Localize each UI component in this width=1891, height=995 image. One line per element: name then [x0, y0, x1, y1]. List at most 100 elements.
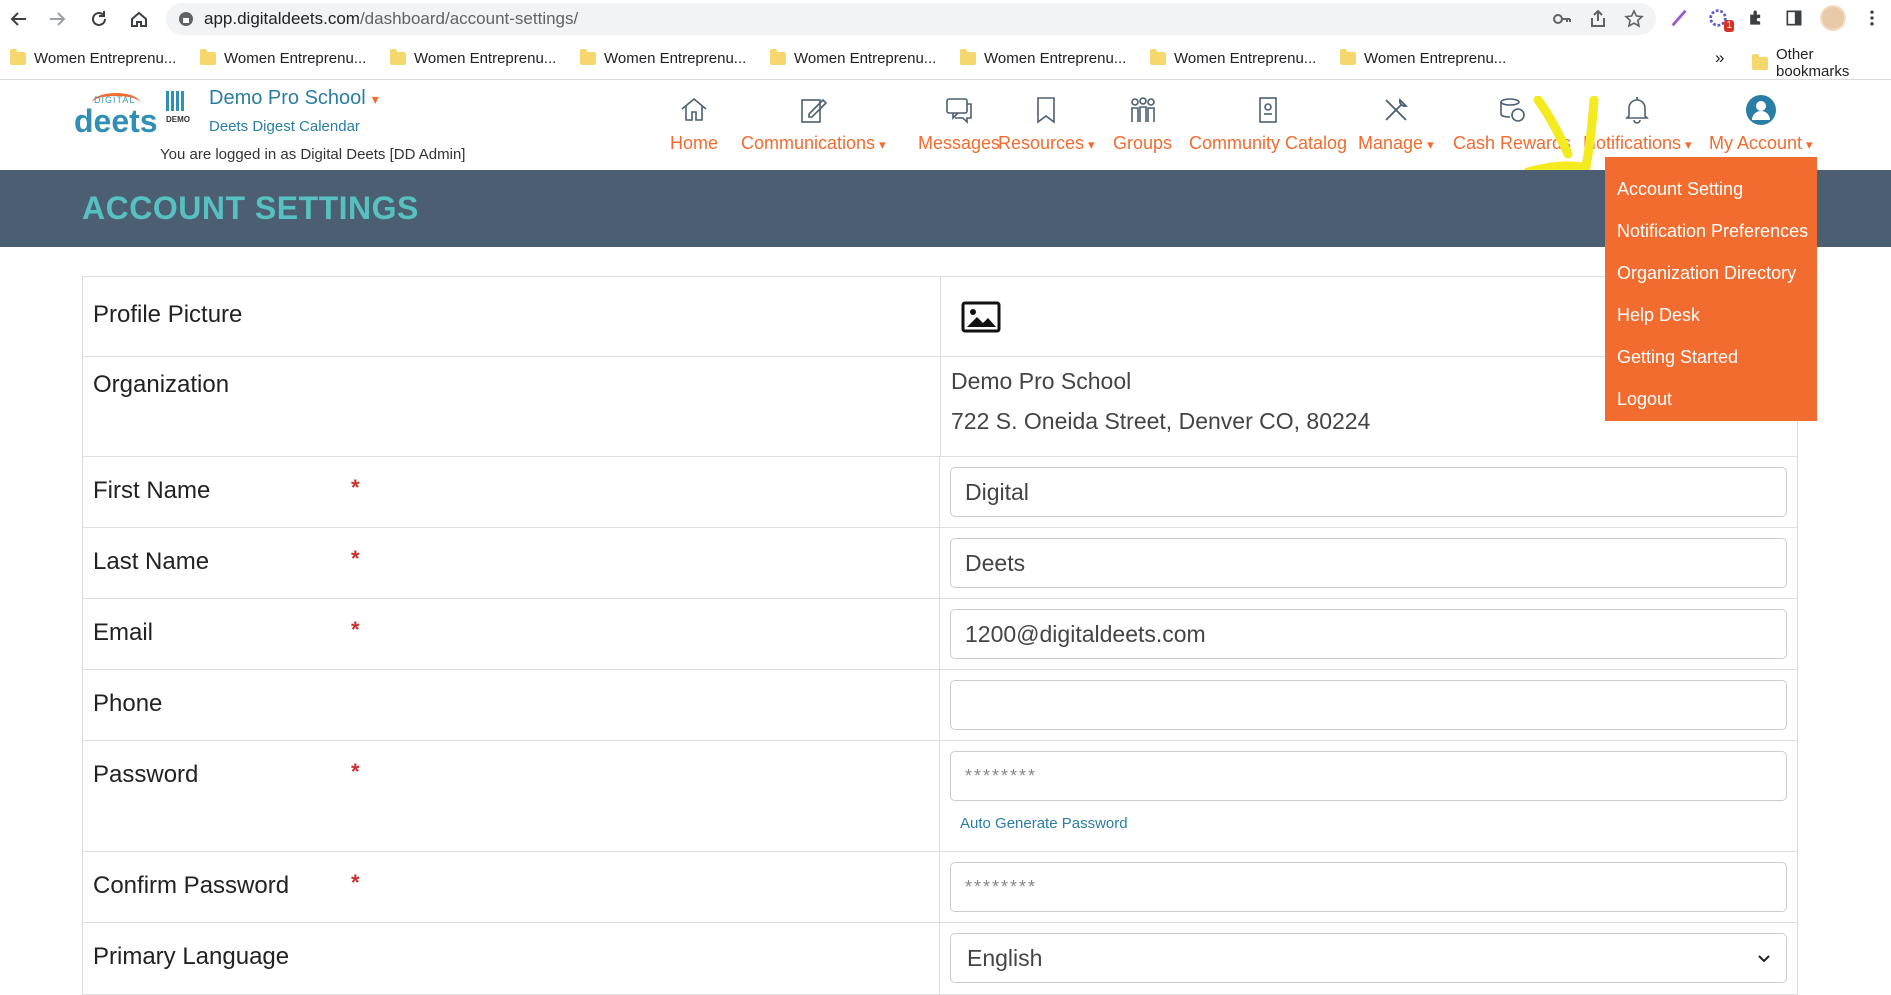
browser-toolbar: app.digitaldeets.com/dashboard/account-s… [0, 0, 1891, 38]
menu-item-logout[interactable]: Logout [1605, 378, 1817, 420]
puzzle-extensions-icon[interactable] [1744, 6, 1768, 30]
nav-groups[interactable]: Groups [1113, 81, 1172, 170]
nav-label: Messages [918, 133, 1001, 153]
my-account-dropdown: Account Setting Notification Preferences… [1605, 157, 1817, 421]
folder-icon [390, 49, 406, 65]
bookmark-label: Women Entreprenu... [1364, 50, 1507, 67]
row-first-name: First Name * Digital [83, 457, 1797, 528]
nav-community-catalog[interactable]: Community Catalog [1189, 81, 1347, 170]
chevron-down-icon [1758, 955, 1770, 963]
bookmark-item[interactable]: Women Entreprenu... [960, 49, 1130, 67]
nav-manage[interactable]: Manage ▾ [1358, 81, 1434, 170]
folder-icon [960, 49, 976, 65]
catalog-icon [1251, 93, 1285, 127]
menu-kebab-icon[interactable] [1860, 6, 1884, 30]
menu-item-getting-started[interactable]: Getting Started [1605, 336, 1817, 378]
field-label: First Name [93, 477, 211, 504]
bookmark-item[interactable]: Women Entreprenu... [390, 49, 560, 67]
folder-icon [1150, 49, 1166, 65]
bookmark-item[interactable]: Women Entreprenu... [580, 49, 750, 67]
address-bar[interactable]: app.digitaldeets.com/dashboard/account-s… [166, 3, 1656, 35]
auto-generate-password-link[interactable]: Auto Generate Password [950, 815, 1787, 832]
bookmark-icon [1029, 93, 1063, 127]
field-label: Profile Picture [83, 277, 941, 356]
bookmark-item[interactable]: Women Entreprenu... [1150, 49, 1320, 67]
bookmark-label: Women Entreprenu... [224, 50, 367, 67]
password-input[interactable]: ******** [950, 751, 1787, 801]
nav-label: Community Catalog [1189, 133, 1348, 153]
confirm-password-input[interactable]: ******** [950, 862, 1787, 912]
field-label: Password [93, 761, 199, 788]
other-bookmarks-label: Other bookmarks [1776, 46, 1850, 80]
primary-language-select[interactable]: English [950, 933, 1787, 983]
nav-home[interactable]: Home [670, 81, 718, 170]
home-browser-icon[interactable] [124, 4, 154, 34]
nav-label: My Account [1709, 133, 1803, 153]
phone-input[interactable] [950, 680, 1787, 730]
page-title: ACCOUNT SETTINGS [82, 190, 419, 226]
user-circle-icon [1744, 93, 1778, 127]
folder-icon [200, 49, 216, 65]
url-path: /dashboard/account-settings/ [359, 9, 579, 28]
profile-avatar[interactable] [1820, 5, 1846, 31]
bookmark-item[interactable]: Women Entreprenu... [10, 49, 180, 67]
caret-down-icon: ▾ [1427, 137, 1434, 152]
bookmarks-overflow-button[interactable]: » [1715, 48, 1724, 68]
pen-extension-icon[interactable] [1668, 6, 1692, 30]
bookmark-label: Women Entreprenu... [414, 50, 557, 67]
share-icon[interactable] [1588, 9, 1608, 29]
field-label: Organization [83, 357, 941, 456]
bookmarks-bar: Women Entreprenu... Women Entreprenu... … [0, 38, 1891, 80]
folder-icon [770, 49, 786, 65]
email-input[interactable]: 1200@digitaldeets.com [950, 609, 1787, 659]
bookmark-label: Women Entreprenu... [794, 50, 937, 67]
row-last-name: Last Name * Deets [83, 528, 1797, 599]
forward-icon[interactable] [42, 4, 72, 34]
required-asterisk: * [351, 617, 360, 642]
people-icon [1126, 93, 1160, 127]
back-icon[interactable] [4, 4, 34, 34]
tools-icon [1379, 93, 1413, 127]
url-host: app.digitaldeets.com [204, 9, 360, 28]
nav-messages[interactable]: Messages [918, 81, 1000, 170]
bookmark-label: Women Entreprenu... [604, 50, 747, 67]
menu-item-notification-preferences[interactable]: Notification Preferences [1605, 210, 1817, 252]
bookmark-label: Women Entreprenu... [984, 50, 1127, 67]
url-text: app.digitaldeets.com/dashboard/account-s… [204, 9, 578, 29]
bookmark-item[interactable]: Women Entreprenu... [770, 49, 940, 67]
field-label: Primary Language [83, 923, 940, 994]
last-name-input[interactable]: Deets [950, 538, 1787, 588]
row-phone: Phone [83, 670, 1797, 741]
required-asterisk: * [351, 759, 360, 784]
nav-resources[interactable]: Resources ▾ [998, 81, 1095, 170]
selected-language: English [967, 944, 1043, 971]
home-icon [677, 93, 711, 127]
bookmark-label: Women Entreprenu... [1174, 50, 1317, 67]
row-email: Email * 1200@digitaldeets.com [83, 599, 1797, 670]
menu-item-help-desk[interactable]: Help Desk [1605, 294, 1817, 336]
bookmark-item[interactable]: Women Entreprenu... [200, 49, 370, 67]
extension-badge: 1 [1724, 20, 1734, 32]
nav-communications[interactable]: Communications ▾ [741, 81, 886, 170]
star-icon[interactable] [1624, 9, 1644, 29]
image-upload-icon[interactable] [961, 301, 1001, 337]
row-primary-language: Primary Language English [83, 923, 1797, 994]
menu-item-organization-directory[interactable]: Organization Directory [1605, 252, 1817, 294]
reload-icon[interactable] [84, 4, 114, 34]
chat-icon [942, 93, 976, 127]
row-password: Password * ******** Auto Generate Passwor… [83, 741, 1797, 852]
sidepanel-icon[interactable] [1782, 6, 1806, 30]
folder-icon [10, 49, 26, 65]
first-name-input[interactable]: Digital [950, 467, 1787, 517]
bookmark-item[interactable]: Women Entreprenu... [1340, 49, 1510, 67]
caret-down-icon: ▾ [1685, 137, 1692, 152]
required-asterisk: * [351, 546, 360, 571]
key-icon[interactable] [1552, 9, 1572, 29]
caret-down-icon: ▾ [1806, 137, 1813, 152]
field-label: Phone [83, 670, 940, 740]
other-bookmarks[interactable]: Other bookmarks [1752, 46, 1891, 80]
sparkle-extension-icon[interactable]: 1 [1706, 6, 1734, 32]
site-info-icon[interactable] [178, 11, 194, 27]
field-label: Email [93, 619, 154, 646]
menu-item-account-setting[interactable]: Account Setting [1605, 168, 1817, 210]
